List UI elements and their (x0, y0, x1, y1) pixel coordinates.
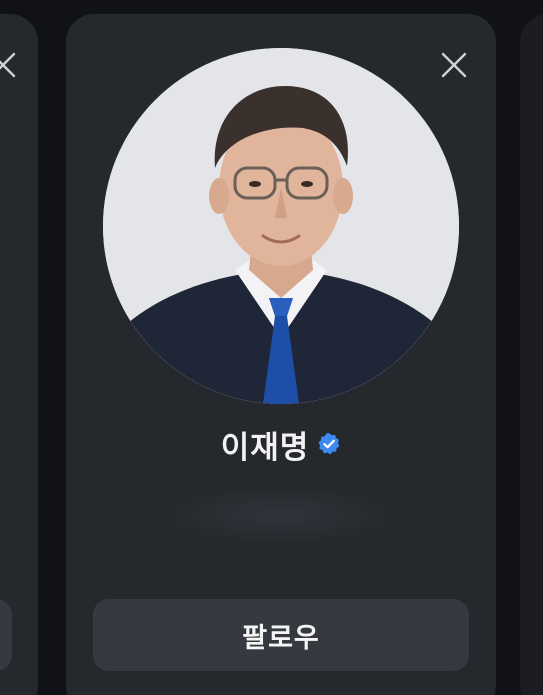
suggested-profile-card-next[interactable] (520, 14, 543, 695)
close-icon[interactable] (0, 48, 20, 82)
close-icon[interactable] (437, 48, 471, 82)
follow-button-previous[interactable] (0, 599, 12, 671)
profile-subtitle-blurred (160, 485, 400, 545)
profile-name-row: 이재명 (66, 420, 496, 468)
profile-avatar[interactable] (103, 48, 459, 404)
follow-button[interactable]: 팔로우 (93, 599, 469, 671)
profile-name: 이재명 (220, 429, 310, 466)
suggested-profile-card-previous[interactable] (0, 14, 38, 695)
verified-badge-icon (317, 432, 341, 460)
suggested-profiles-carousel: 이재명 팔로우 (0, 0, 543, 695)
